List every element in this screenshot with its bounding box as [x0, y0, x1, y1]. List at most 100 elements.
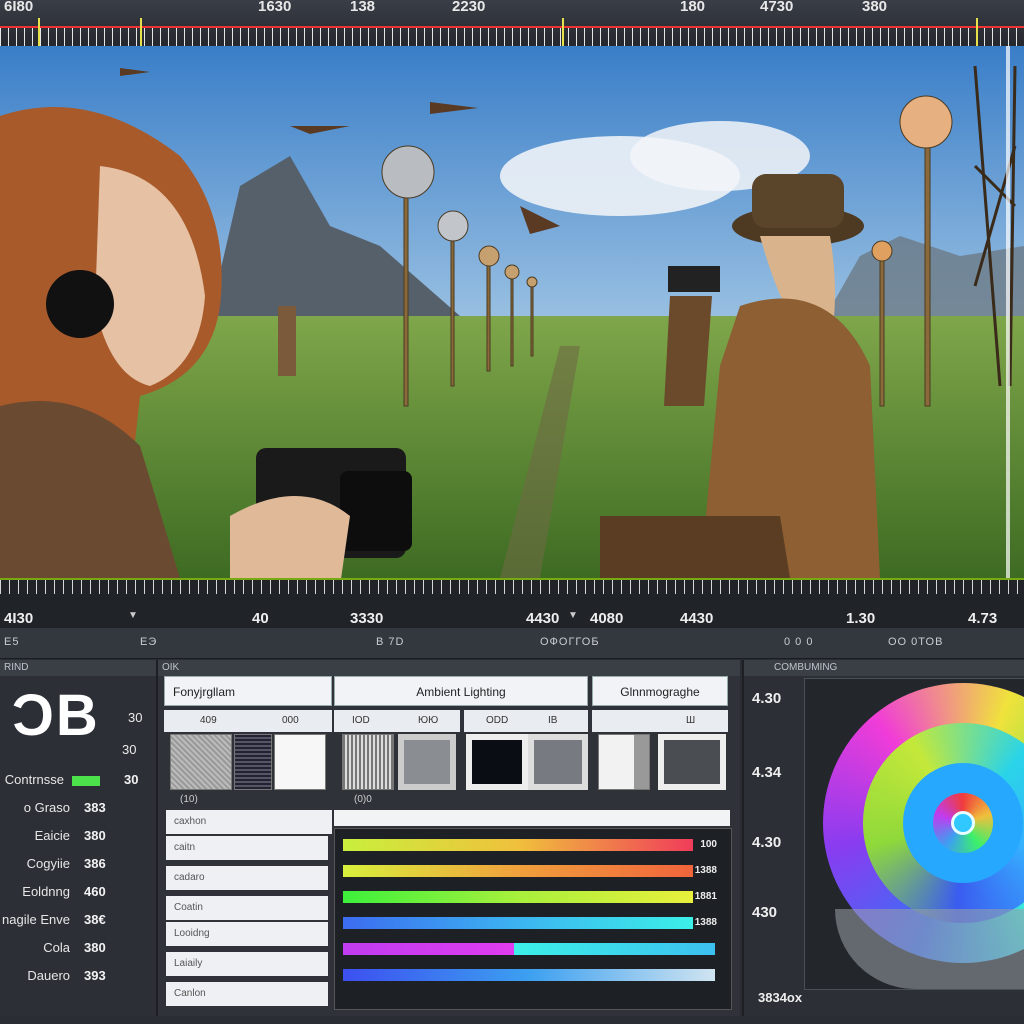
- stat-label: Dauero: [27, 968, 70, 983]
- wheel-center-handle[interactable]: [951, 811, 975, 835]
- toolbar-item[interactable]: ЕЭ: [140, 636, 157, 648]
- property-row[interactable]: Coatin: [166, 896, 328, 920]
- wheel-value: 4.30: [752, 834, 782, 851]
- texture-swatch[interactable]: [170, 734, 232, 790]
- timecode: 3330: [350, 610, 384, 627]
- swatch-caption: (10): [180, 794, 198, 805]
- panel-header: RIND: [0, 660, 156, 676]
- big-readout: ƆB: [12, 683, 100, 748]
- toolbar-item[interactable]: 0 0 0: [784, 636, 813, 648]
- subheader-label: IB: [548, 715, 558, 726]
- toolbar-item[interactable]: E5: [4, 636, 19, 648]
- stat-row[interactable]: nagile Enve 38€: [0, 908, 156, 934]
- ruler-marker[interactable]: [976, 18, 978, 46]
- texture-swatch[interactable]: [658, 734, 726, 790]
- stat-label: Cola: [43, 940, 70, 955]
- level-bar: [343, 839, 693, 851]
- viewer-frame: [0, 46, 1024, 578]
- stat-label: nagile Enve: [2, 912, 70, 927]
- timecode: 4430: [680, 610, 714, 627]
- color-wheel-panel: COMBUMING 4.30 4.34 4.30 430 3834ox: [742, 660, 1024, 1016]
- level-bar: [343, 891, 693, 903]
- stat-row[interactable]: Cogyiie 386: [0, 852, 156, 878]
- ruler-marker[interactable]: [140, 18, 142, 46]
- level-bar-secondary: [514, 943, 715, 955]
- stat-value: 383: [84, 800, 106, 815]
- property-input[interactable]: [334, 810, 730, 826]
- property-row[interactable]: Laiaily: [166, 952, 328, 976]
- texture-swatch[interactable]: [342, 734, 394, 790]
- ruler-label: 180: [680, 0, 706, 15]
- property-row[interactable]: caitn: [166, 836, 328, 860]
- subheader-label: ODD: [486, 715, 509, 726]
- level-bar: [343, 917, 693, 929]
- stat-value: 386: [84, 856, 106, 871]
- toolbar-item[interactable]: ОФОГГОБ: [540, 636, 600, 648]
- stat-value: 380: [84, 940, 106, 955]
- stat-value: 30: [124, 772, 139, 787]
- ruler-label: 2230: [452, 0, 486, 15]
- stat-row[interactable]: Dauero 393: [0, 964, 156, 990]
- playhead-marker-icon[interactable]: ▼: [568, 610, 578, 621]
- ruler-ticks: [0, 26, 1024, 46]
- stat-label: Contrnsse: [4, 772, 64, 787]
- ruler-marker[interactable]: [562, 18, 564, 46]
- level-bar: [343, 943, 514, 955]
- property-row[interactable]: Canlon: [166, 982, 328, 1006]
- stat-row[interactable]: o Graso 383: [0, 796, 156, 822]
- panel-header: OIK: [158, 660, 740, 676]
- stat-value: 380: [84, 828, 106, 843]
- stat-row[interactable]: Contrnsse 30: [0, 768, 156, 794]
- level-bar: [343, 969, 715, 981]
- subheader-label: Ш: [686, 715, 696, 726]
- stat-value: 393: [84, 968, 106, 983]
- timecode: 4430: [526, 610, 560, 627]
- level-bar-label: 100: [700, 839, 717, 850]
- property-row[interactable]: caxhon: [166, 810, 332, 834]
- wheel-shadow: [835, 909, 1024, 989]
- ruler-marker[interactable]: [38, 18, 40, 46]
- tab-ambient-lighting[interactable]: Ambient Lighting: [334, 676, 588, 706]
- stat-label: Cogyiie: [26, 856, 70, 871]
- toolbar-item[interactable]: B 7D: [376, 636, 404, 648]
- wheel-value: 430: [752, 904, 778, 921]
- color-wheel[interactable]: [804, 678, 1024, 990]
- texture-swatch[interactable]: [528, 734, 588, 790]
- video-viewer[interactable]: [0, 46, 1024, 578]
- stat-row[interactable]: Cola 380: [0, 936, 156, 962]
- stat-row[interactable]: Eaicie 380: [0, 824, 156, 850]
- property-row[interactable]: Looidng: [166, 922, 328, 946]
- texture-swatch[interactable]: [398, 734, 456, 790]
- texture-swatch[interactable]: [274, 734, 326, 790]
- top-ruler[interactable]: 6I80 1630 138 2230 180 4730 380: [0, 0, 1024, 47]
- stat-label: Eaicie: [34, 828, 70, 843]
- timecode: 1.30: [846, 610, 876, 627]
- subheader-row: Ш: [592, 710, 728, 732]
- tab-cinematography[interactable]: Glnnmograghe: [592, 676, 728, 706]
- property-row[interactable]: cadaro: [166, 866, 328, 890]
- level-bar-label: 1881: [694, 891, 717, 902]
- ruler-label: 380: [862, 0, 888, 15]
- wheel-value: 4.30: [752, 690, 782, 707]
- panel-header: COMBUMING: [744, 660, 1024, 676]
- lighting-panel: OIK Fonyjrgllam Ambient Lighting Glnnmog…: [158, 660, 740, 1016]
- wheel-value: 4.34: [752, 764, 782, 781]
- timecode: 4.73: [968, 610, 998, 627]
- subheader-row: ODD IB: [464, 710, 588, 732]
- texture-swatch[interactable]: [466, 734, 528, 790]
- resolution-readout: 3834ox: [758, 990, 803, 1005]
- texture-swatch[interactable]: [234, 734, 272, 790]
- timecode: 4080: [590, 610, 624, 627]
- texture-swatch[interactable]: [598, 734, 650, 790]
- playhead-marker-icon[interactable]: ▼: [128, 610, 138, 621]
- toolbar-item[interactable]: ОО 0ТОВ: [888, 636, 943, 648]
- stat-bar: [72, 776, 100, 786]
- scopes-panel: RIND ƆB 30 30 Contrnsse 30 o Graso 383 E…: [0, 660, 158, 1016]
- subheader-label: IOD: [352, 715, 370, 726]
- tab-photography[interactable]: Fonyjrgllam: [164, 676, 332, 706]
- ruler-label: 6I80: [4, 0, 34, 15]
- level-bar-label: 1388: [694, 865, 717, 876]
- timeline-ruler[interactable]: 4I30 ▼ 40 3330 4430 ▼ 4080 4430 1.30 4.7…: [0, 578, 1024, 630]
- readout-side-value: 30: [122, 742, 137, 757]
- stat-row[interactable]: Eoldnng 460: [0, 880, 156, 906]
